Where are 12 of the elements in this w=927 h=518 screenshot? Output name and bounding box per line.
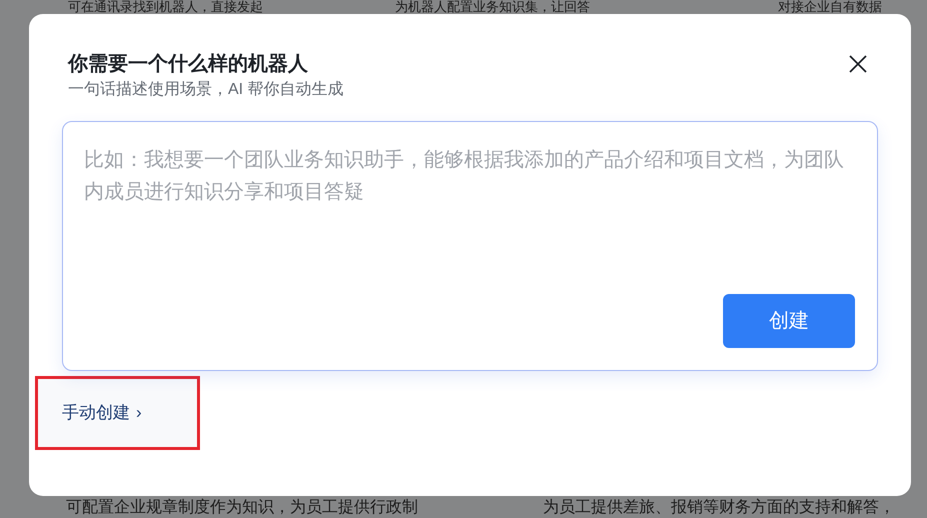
create-button[interactable]: 创建 [723, 294, 855, 348]
chevron-icon: › [136, 400, 142, 426]
prompt-field[interactable]: 比如：我想要一个团队业务知识助手，能够根据我添加的产品介绍和项目文档，为团队内成员进行知识分享和项目答疑 创建 [62, 121, 878, 371]
card-description: 对接企业自有数据 [778, 0, 883, 14]
card-description: 为机器人配置业务知识集，让回答 [395, 0, 591, 14]
manual-create-link[interactable]: 手动创建 › [62, 400, 142, 426]
card-description: 为员工提供差旅、报销等财务方面的支持和解答， [543, 498, 896, 518]
dialog-subtitle: 一句话描述使用场景，AI 帮你自动生成 [68, 80, 344, 100]
card-description: 可配置企业规章制度作为知识，为员工提供行政制 [66, 498, 419, 518]
close-icon [848, 54, 868, 74]
card-description: 可在通讯录找到机器人，直接发起 [68, 0, 264, 14]
dialog-title: 你需要一个什么样的机器人 [68, 52, 309, 77]
